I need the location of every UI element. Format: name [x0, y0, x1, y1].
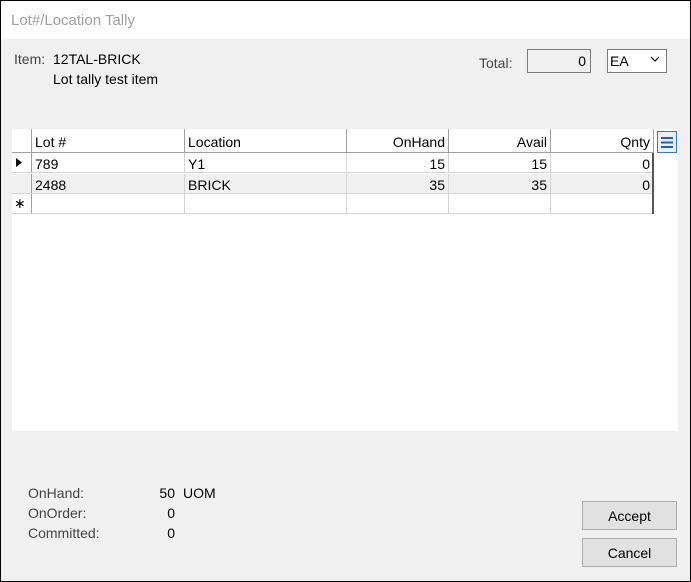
uom-dropdown[interactable]: EA: [607, 49, 667, 73]
row-selector[interactable]: [12, 174, 32, 193]
cell-lot[interactable]: [32, 194, 185, 213]
row-selector[interactable]: [12, 153, 32, 172]
committed-value: 0: [167, 525, 175, 541]
cell-onhand[interactable]: [347, 194, 449, 213]
committed-label: Committed:: [28, 525, 100, 541]
lot-location-tally-dialog: Lot#/Location Tally Item: 12TAL-BRICK Lo…: [0, 0, 691, 582]
total-field: 0: [527, 49, 591, 73]
row-selector[interactable]: ∗: [12, 194, 32, 213]
cell-avail[interactable]: [449, 194, 551, 213]
cell-avail[interactable]: 35: [449, 174, 551, 193]
title-bar: Lot#/Location Tally: [1, 1, 690, 39]
cell-onhand[interactable]: 15: [347, 153, 449, 172]
lot-tally-grid[interactable]: Lot # Location OnHand Avail Qnty 789 Y1 …: [12, 129, 678, 431]
cell-location[interactable]: [185, 194, 347, 213]
uom-selected-value: EA: [610, 53, 629, 69]
table-row[interactable]: 789 Y1 15 15 0: [12, 153, 654, 173]
window-title: Lot#/Location Tally: [11, 12, 135, 29]
item-description: Lot tally test item: [53, 71, 159, 87]
column-header-location[interactable]: Location: [185, 129, 347, 152]
item-label: Item:: [14, 51, 46, 67]
onorder-label: OnOrder:: [28, 505, 87, 521]
new-row[interactable]: ∗: [12, 194, 654, 214]
cell-lot[interactable]: 789: [32, 153, 185, 172]
onorder-value: 0: [167, 505, 175, 521]
header-row-selector: [12, 129, 32, 152]
column-header-avail[interactable]: Avail: [449, 129, 551, 152]
column-header-lot[interactable]: Lot #: [32, 129, 185, 152]
column-chooser-button[interactable]: [657, 131, 677, 153]
cell-avail[interactable]: 15: [449, 153, 551, 172]
cell-onhand[interactable]: 35: [347, 174, 449, 193]
new-row-icon: ∗: [14, 195, 26, 211]
column-chooser-icon: [661, 137, 673, 148]
column-resize-marker: [652, 153, 654, 214]
current-row-icon: [16, 158, 22, 167]
table-row[interactable]: 2488 BRICK 35 35 0: [12, 174, 654, 194]
accept-button[interactable]: Accept: [582, 501, 677, 530]
item-code: 12TAL-BRICK: [53, 51, 141, 67]
cell-qnty[interactable]: 0: [551, 174, 654, 193]
cell-lot[interactable]: 2488: [32, 174, 185, 193]
onhand-value: 50: [159, 485, 175, 501]
chevron-down-icon: [650, 56, 660, 62]
cell-location[interactable]: BRICK: [185, 174, 347, 193]
cell-location[interactable]: Y1: [185, 153, 347, 172]
grid-header: Lot # Location OnHand Avail Qnty: [12, 129, 654, 153]
onhand-uom: UOM: [183, 485, 216, 501]
column-header-onhand[interactable]: OnHand: [347, 129, 449, 152]
onhand-label: OnHand:: [28, 485, 85, 501]
column-header-qnty[interactable]: Qnty: [551, 129, 654, 152]
total-label: Total:: [479, 55, 513, 71]
cell-qnty[interactable]: 0: [551, 153, 654, 172]
cell-qnty[interactable]: [551, 194, 654, 213]
cancel-button[interactable]: Cancel: [582, 538, 677, 567]
